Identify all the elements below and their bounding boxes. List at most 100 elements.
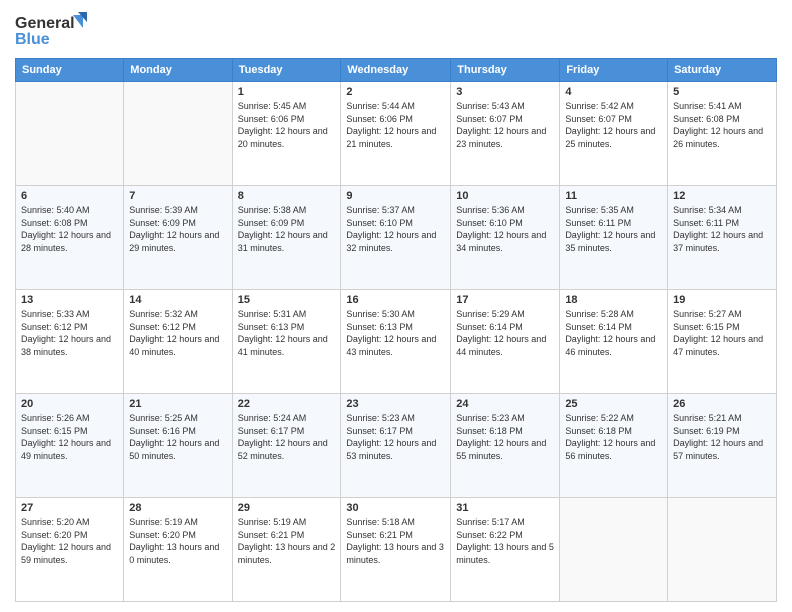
day-info: Sunrise: 5:23 AM Sunset: 6:18 PM Dayligh… <box>456 412 554 462</box>
calendar-cell: 2Sunrise: 5:44 AM Sunset: 6:06 PM Daylig… <box>341 82 451 186</box>
day-number: 18 <box>565 294 662 306</box>
svg-text:Blue: Blue <box>15 31 50 48</box>
logo: GeneralBlue <box>15 10 87 50</box>
day-info: Sunrise: 5:20 AM Sunset: 6:20 PM Dayligh… <box>21 516 118 566</box>
calendar-cell: 17 Sunrise: 5:29 AM Sunset: 6:14 PM Dayli… <box>451 290 560 394</box>
day-info: Sunrise: 5:34 AM Sunset: 6:11 PM Dayligh… <box>673 204 771 254</box>
day-info: Sunrise: 5:23 AM Sunset: 6:17 PM Dayligh… <box>346 412 445 462</box>
calendar-cell: 12 Sunrise: 5:34 AM Sunset: 6:11 PM Dayli… <box>668 186 777 290</box>
day-number: 14 <box>129 294 226 306</box>
day-number: 19 <box>673 294 771 306</box>
day-of-week-header: Monday <box>124 59 232 82</box>
calendar-cell: 26 Sunrise: 5:21 AM Sunset: 6:19 PM Dayli… <box>668 394 777 498</box>
calendar-cell <box>124 82 232 186</box>
svg-text:General: General <box>15 15 75 32</box>
day-info: Sunrise: 5:32 AM Sunset: 6:12 PM Dayligh… <box>129 308 226 358</box>
day-info: Sunrise: 5:21 AM Sunset: 6:19 PM Dayligh… <box>673 412 771 462</box>
calendar-cell: 6Sunrise: 5:40 AM Sunset: 6:08 PM Daylig… <box>16 186 124 290</box>
day-number: 27 <box>21 502 118 514</box>
day-info: Sunrise: 5:41 AM Sunset: 6:08 PM Dayligh… <box>673 100 771 150</box>
day-info: Sunrise: 5:42 AM Sunset: 6:07 PM Dayligh… <box>565 100 662 150</box>
day-of-week-header: Sunday <box>16 59 124 82</box>
calendar-cell: 22Sunrise: 5:24 AM Sunset: 6:17 PM Dayli… <box>232 394 341 498</box>
calendar-week-row: 1 Sunrise: 5:45 AM Sunset: 6:06 PM Daylig… <box>16 82 777 186</box>
calendar-cell: 20Sunrise: 5:26 AM Sunset: 6:15 PM Dayli… <box>16 394 124 498</box>
calendar-cell: 27 Sunrise: 5:20 AM Sunset: 6:20 PM Dayli… <box>16 498 124 602</box>
calendar-header-row: SundayMondayTuesdayWednesdayThursdayFrid… <box>16 59 777 82</box>
day-number: 3 <box>456 86 554 98</box>
day-number: 8 <box>238 190 336 202</box>
day-number: 20 <box>21 398 118 410</box>
day-info: Sunrise: 5:39 AM Sunset: 6:09 PM Dayligh… <box>129 204 226 254</box>
calendar-table: SundayMondayTuesdayWednesdayThursdayFrid… <box>15 58 777 602</box>
day-info: Sunrise: 5:45 AM Sunset: 6:06 PM Dayligh… <box>238 100 336 150</box>
calendar-week-row: 6Sunrise: 5:40 AM Sunset: 6:08 PM Daylig… <box>16 186 777 290</box>
day-number: 17 <box>456 294 554 306</box>
day-of-week-header: Thursday <box>451 59 560 82</box>
calendar-cell: 7Sunrise: 5:39 AM Sunset: 6:09 PM Daylig… <box>124 186 232 290</box>
calendar-cell: 25 Sunrise: 5:22 AM Sunset: 6:18 PM Dayli… <box>560 394 668 498</box>
calendar-week-row: 20Sunrise: 5:26 AM Sunset: 6:15 PM Dayli… <box>16 394 777 498</box>
day-info: Sunrise: 5:36 AM Sunset: 6:10 PM Dayligh… <box>456 204 554 254</box>
day-info: Sunrise: 5:22 AM Sunset: 6:18 PM Dayligh… <box>565 412 662 462</box>
calendar-cell: 15Sunrise: 5:31 AM Sunset: 6:13 PM Dayli… <box>232 290 341 394</box>
day-number: 31 <box>456 502 554 514</box>
day-of-week-header: Saturday <box>668 59 777 82</box>
calendar-week-row: 13 Sunrise: 5:33 AM Sunset: 6:12 PM Dayli… <box>16 290 777 394</box>
day-info: Sunrise: 5:44 AM Sunset: 6:06 PM Dayligh… <box>346 100 445 150</box>
calendar-cell: 18 Sunrise: 5:28 AM Sunset: 6:14 PM Dayli… <box>560 290 668 394</box>
day-info: Sunrise: 5:37 AM Sunset: 6:10 PM Dayligh… <box>346 204 445 254</box>
day-info: Sunrise: 5:25 AM Sunset: 6:16 PM Dayligh… <box>129 412 226 462</box>
day-number: 5 <box>673 86 771 98</box>
calendar-cell: 31 Sunrise: 5:17 AM Sunset: 6:22 PM Dayli… <box>451 498 560 602</box>
day-number: 24 <box>456 398 554 410</box>
day-number: 1 <box>238 86 336 98</box>
calendar-cell: 24 Sunrise: 5:23 AM Sunset: 6:18 PM Dayli… <box>451 394 560 498</box>
day-number: 30 <box>346 502 445 514</box>
calendar-cell: 1 Sunrise: 5:45 AM Sunset: 6:06 PM Daylig… <box>232 82 341 186</box>
day-info: Sunrise: 5:19 AM Sunset: 6:21 PM Dayligh… <box>238 516 336 566</box>
calendar-cell: 8 Sunrise: 5:38 AM Sunset: 6:09 PM Daylig… <box>232 186 341 290</box>
day-number: 11 <box>565 190 662 202</box>
calendar-cell: 30 Sunrise: 5:18 AM Sunset: 6:21 PM Dayli… <box>341 498 451 602</box>
day-number: 21 <box>129 398 226 410</box>
calendar-cell: 5 Sunrise: 5:41 AM Sunset: 6:08 PM Daylig… <box>668 82 777 186</box>
day-info: Sunrise: 5:33 AM Sunset: 6:12 PM Dayligh… <box>21 308 118 358</box>
day-of-week-header: Wednesday <box>341 59 451 82</box>
day-info: Sunrise: 5:18 AM Sunset: 6:21 PM Dayligh… <box>346 516 445 566</box>
calendar-cell: 29Sunrise: 5:19 AM Sunset: 6:21 PM Dayli… <box>232 498 341 602</box>
day-number: 13 <box>21 294 118 306</box>
calendar-cell: 4 Sunrise: 5:42 AM Sunset: 6:07 PM Daylig… <box>560 82 668 186</box>
day-info: Sunrise: 5:19 AM Sunset: 6:20 PM Dayligh… <box>129 516 226 566</box>
calendar-cell: 3 Sunrise: 5:43 AM Sunset: 6:07 PM Daylig… <box>451 82 560 186</box>
day-info: Sunrise: 5:27 AM Sunset: 6:15 PM Dayligh… <box>673 308 771 358</box>
day-info: Sunrise: 5:38 AM Sunset: 6:09 PM Dayligh… <box>238 204 336 254</box>
calendar-cell: 11Sunrise: 5:35 AM Sunset: 6:11 PM Dayli… <box>560 186 668 290</box>
day-number: 28 <box>129 502 226 514</box>
day-number: 4 <box>565 86 662 98</box>
day-info: Sunrise: 5:40 AM Sunset: 6:08 PM Dayligh… <box>21 204 118 254</box>
day-info: Sunrise: 5:29 AM Sunset: 6:14 PM Dayligh… <box>456 308 554 358</box>
calendar-week-row: 27 Sunrise: 5:20 AM Sunset: 6:20 PM Dayli… <box>16 498 777 602</box>
day-of-week-header: Friday <box>560 59 668 82</box>
day-number: 25 <box>565 398 662 410</box>
page: GeneralBlue SundayMondayTuesdayWednesday… <box>0 0 792 612</box>
day-info: Sunrise: 5:24 AM Sunset: 6:17 PM Dayligh… <box>238 412 336 462</box>
day-number: 26 <box>673 398 771 410</box>
day-of-week-header: Tuesday <box>232 59 341 82</box>
calendar-cell <box>668 498 777 602</box>
day-number: 12 <box>673 190 771 202</box>
calendar-cell <box>16 82 124 186</box>
day-info: Sunrise: 5:17 AM Sunset: 6:22 PM Dayligh… <box>456 516 554 566</box>
calendar-cell: 19 Sunrise: 5:27 AM Sunset: 6:15 PM Dayli… <box>668 290 777 394</box>
day-info: Sunrise: 5:43 AM Sunset: 6:07 PM Dayligh… <box>456 100 554 150</box>
calendar-cell <box>560 498 668 602</box>
calendar-cell: 28 Sunrise: 5:19 AM Sunset: 6:20 PM Dayli… <box>124 498 232 602</box>
calendar-cell: 21 Sunrise: 5:25 AM Sunset: 6:16 PM Dayli… <box>124 394 232 498</box>
day-info: Sunrise: 5:28 AM Sunset: 6:14 PM Dayligh… <box>565 308 662 358</box>
logo-icon: GeneralBlue <box>15 10 87 50</box>
day-number: 15 <box>238 294 336 306</box>
calendar-cell: 23Sunrise: 5:23 AM Sunset: 6:17 PM Dayli… <box>341 394 451 498</box>
calendar-cell: 16Sunrise: 5:30 AM Sunset: 6:13 PM Dayli… <box>341 290 451 394</box>
day-info: Sunrise: 5:30 AM Sunset: 6:13 PM Dayligh… <box>346 308 445 358</box>
